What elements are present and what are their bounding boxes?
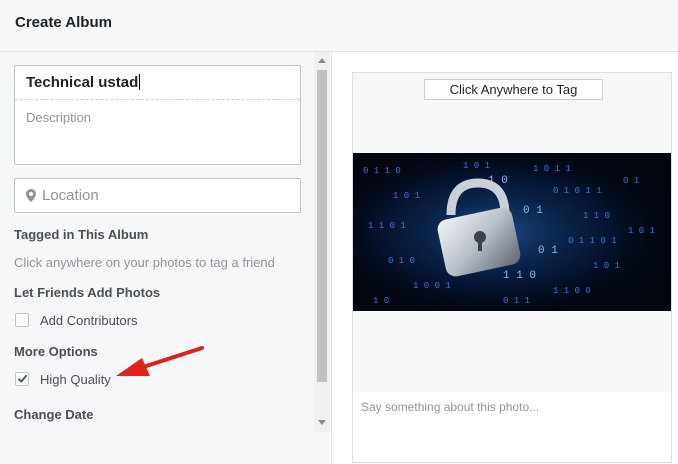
- text-caret: [139, 74, 141, 90]
- caption-placeholder: Say something about this photo...: [361, 400, 540, 414]
- photo-panel: Click Anywhere to Tag 0 1 1 0 1 0 1 1 1 …: [331, 52, 678, 464]
- high-quality-checkbox[interactable]: [15, 372, 29, 386]
- more-options-heading: More Options: [14, 344, 98, 359]
- checkmark-icon: [17, 374, 28, 383]
- svg-text:0 1 1: 0 1 1: [503, 296, 530, 306]
- svg-text:0 1 0 1 1: 0 1 0 1 1: [553, 186, 602, 196]
- click-to-tag-button[interactable]: Click Anywhere to Tag: [424, 79, 603, 100]
- add-contributors-label[interactable]: Add Contributors: [40, 313, 138, 328]
- description-field[interactable]: Description: [26, 110, 91, 125]
- svg-text:1 0 1: 1 0 1: [463, 161, 490, 171]
- red-arrow-annotation: [116, 346, 204, 376]
- svg-text:1 0 1 1: 1 0 1 1: [533, 164, 571, 174]
- svg-text:1 0 1: 1 0 1: [628, 226, 655, 236]
- scroll-down-arrow-icon[interactable]: [318, 420, 326, 425]
- album-title-box: Technical ustad Description: [14, 65, 301, 165]
- svg-text:1 0 1: 1 0 1: [593, 261, 620, 271]
- photo-caption-input[interactable]: Say something about this photo...: [352, 392, 672, 463]
- photo-card[interactable]: Click Anywhere to Tag 0 1 1 0 1 0 1 1 1 …: [352, 72, 672, 394]
- tagged-heading: Tagged in This Album: [14, 227, 149, 242]
- svg-text:1 1 0 0: 1 1 0 0: [553, 286, 591, 296]
- svg-text:1 1 0: 1 1 0: [583, 211, 610, 221]
- svg-text:0 1: 0 1: [523, 205, 543, 217]
- dialog-header: Create Album: [0, 0, 678, 52]
- svg-text:0 1 0: 0 1 0: [388, 256, 415, 266]
- change-date-heading[interactable]: Change Date: [14, 407, 93, 422]
- svg-text:1 0: 1 0: [373, 296, 389, 306]
- scroll-up-arrow-icon[interactable]: [318, 58, 326, 63]
- svg-text:1 0 1: 1 0 1: [393, 191, 420, 201]
- album-photo[interactable]: 0 1 1 0 1 0 1 1 1 0 1 0 1 0 1 0 0 1 1 0 1 1…: [353, 153, 671, 311]
- svg-text:1 0 0 1: 1 0 0 1: [413, 281, 451, 291]
- friends-heading: Let Friends Add Photos: [14, 285, 161, 300]
- scrollbar-thumb[interactable]: [317, 70, 327, 382]
- svg-text:0 1: 0 1: [623, 176, 639, 186]
- location-pin-icon: [26, 189, 36, 202]
- dialog-title: Create Album: [15, 14, 112, 31]
- svg-text:0 1 1 0: 0 1 1 0: [363, 166, 401, 176]
- album-details-panel: Technical ustad Description Location Tag…: [0, 52, 330, 464]
- left-panel-scrollbar[interactable]: [314, 52, 330, 432]
- padlock-binary-image: 0 1 1 0 1 0 1 1 1 0 1 0 1 0 1 0 0 1 1 0 1 1…: [353, 153, 671, 311]
- location-placeholder: Location: [42, 187, 99, 204]
- album-title-value: Technical ustad: [26, 74, 139, 91]
- create-album-dialog: Create Album Technical ustad Description…: [0, 0, 678, 464]
- svg-text:0 1: 0 1: [538, 245, 558, 257]
- tagged-hint: Click anywhere on your photos to tag a f…: [14, 255, 275, 270]
- location-field[interactable]: Location: [14, 178, 301, 213]
- high-quality-label[interactable]: High Quality: [40, 372, 111, 387]
- album-title-input[interactable]: Technical ustad: [15, 66, 300, 100]
- svg-text:1 1 0 1: 1 1 0 1: [368, 221, 406, 231]
- svg-text:1 1 0: 1 1 0: [503, 270, 536, 282]
- add-contributors-checkbox[interactable]: [15, 313, 29, 327]
- svg-text:0 1 1 0 1: 0 1 1 0 1: [568, 236, 617, 246]
